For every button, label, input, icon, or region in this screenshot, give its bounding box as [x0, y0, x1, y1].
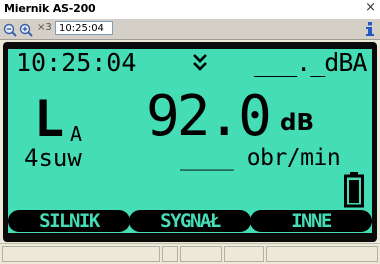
- double-chevron-down-icon: [192, 52, 208, 76]
- softkey-sygnal[interactable]: SYGNAŁ: [129, 210, 251, 232]
- mode-letter: L: [34, 90, 65, 148]
- dba-value: ___._: [254, 49, 325, 77]
- close-button[interactable]: ×: [365, 0, 376, 16]
- status-pane-4: [224, 246, 264, 262]
- main-value: 92.0: [146, 84, 272, 149]
- status-pane-3: [180, 246, 222, 262]
- zoom-in-icon[interactable]: [19, 22, 33, 37]
- mode-subscript: A: [70, 122, 83, 146]
- status-pane-5: [266, 246, 378, 262]
- rpm-value: ____: [180, 145, 234, 171]
- window-title: Miernik AS-200: [4, 2, 96, 15]
- dba-unit: dBA: [324, 49, 367, 77]
- softkey-inne[interactable]: INNE: [250, 210, 372, 232]
- zoom-out-icon[interactable]: [3, 22, 17, 37]
- range-label: 4suw: [24, 144, 82, 172]
- softkey-bar: SILNIK SYGNAŁ INNE: [8, 210, 372, 234]
- lcd-time: 10:25:04: [16, 49, 137, 77]
- zoom-level: ×3: [37, 22, 52, 33]
- window-titlebar: Miernik AS-200 ×: [0, 0, 380, 19]
- rpm-unit: obr/min: [246, 145, 341, 171]
- status-pane-2: [162, 246, 178, 262]
- softkey-silnik[interactable]: SILNIK: [8, 210, 130, 232]
- main-unit: dB: [280, 110, 314, 136]
- battery-icon: [344, 172, 364, 212]
- status-bar: [0, 243, 380, 264]
- info-icon[interactable]: [363, 21, 377, 37]
- toolbar: ×3 10:25:04: [0, 19, 380, 40]
- lcd-display: 10:25:04 ___._dBA L A 92.0 dB 4suw ____ …: [8, 49, 372, 233]
- time-field[interactable]: 10:25:04: [55, 21, 113, 35]
- status-pane-1: [2, 246, 160, 262]
